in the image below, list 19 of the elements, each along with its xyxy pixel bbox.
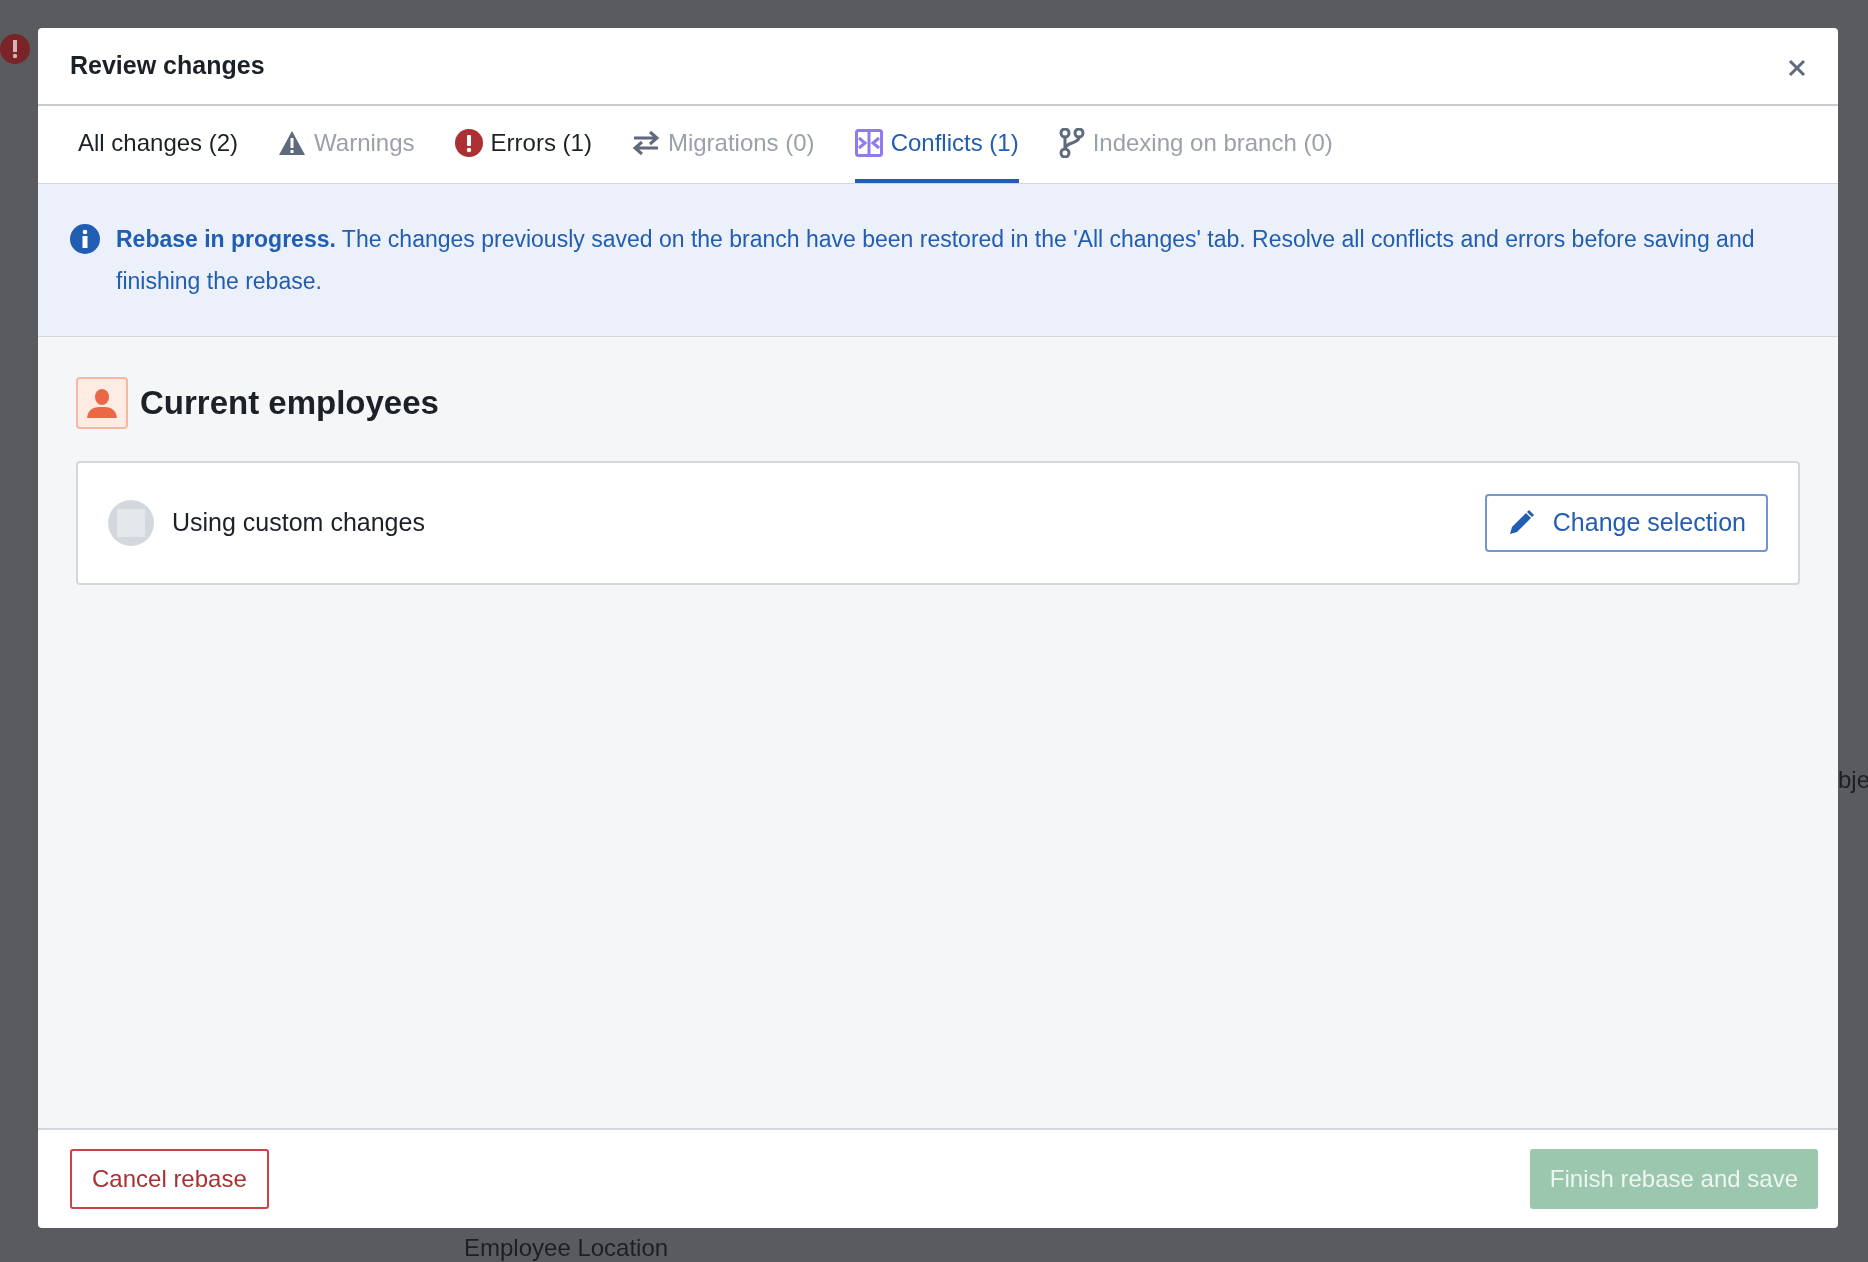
close-icon <box>1788 59 1806 78</box>
status-text: Using custom changes <box>172 507 426 539</box>
conflict-icon <box>854 128 883 157</box>
change-selection-button[interactable]: Change selection <box>1484 494 1768 552</box>
swap-arrows-icon <box>631 129 660 156</box>
tab[interactable]: All changes (2) <box>78 106 239 183</box>
info-icon <box>70 224 100 254</box>
error-icon <box>0 34 30 64</box>
branch-icon <box>1058 127 1085 158</box>
error-icon <box>454 128 483 157</box>
banner-message: Rebase in progress. The changes previously saved on the branch have been restored in the 'All changes' tab. Resolve all conflicts and errors before saving and finishing the rebase. <box>116 225 1756 296</box>
tab[interactable]: Errors (1) <box>454 106 592 183</box>
cancel-button[interactable]: Cancel rebase <box>70 1149 269 1209</box>
status-circle-icon <box>108 500 154 546</box>
section-title: Current employees <box>140 383 439 423</box>
person-icon <box>76 377 128 429</box>
background-text: Employee Location <box>464 1233 669 1262</box>
warning-icon <box>278 129 307 156</box>
dialog-title: Review changes <box>70 50 265 82</box>
